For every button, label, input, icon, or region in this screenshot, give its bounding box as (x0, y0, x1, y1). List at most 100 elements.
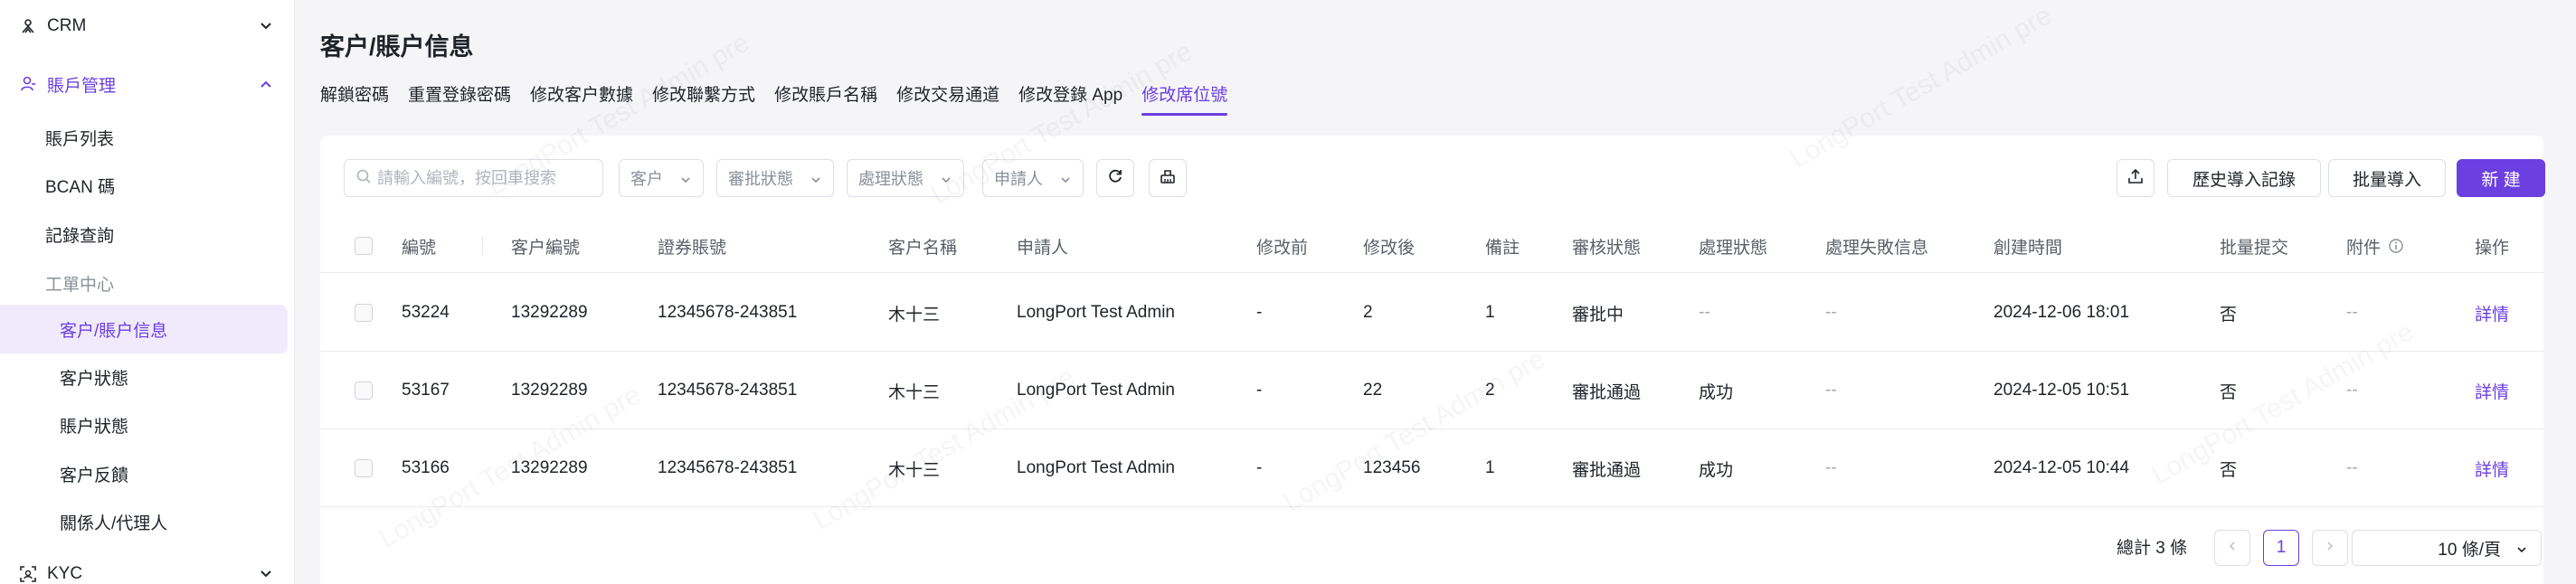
sidebar-item-account-list[interactable]: 賬戶列表 (0, 113, 288, 162)
sidebar-item-customer-feedback[interactable]: 客户反饋 (0, 449, 288, 498)
applicant-select-label: 申請人 (994, 170, 1043, 188)
clear-filters-button[interactable] (1149, 159, 1187, 197)
column-header: 處理狀態 (1699, 238, 1768, 258)
chevron-left-icon (2226, 538, 2239, 558)
sidebar-group-account-management[interactable]: 賬戶管理 (0, 59, 295, 109)
details-link[interactable]: 詳情 (2475, 274, 2509, 352)
process-status-label: 處理狀態 (858, 170, 923, 188)
column-header: 操作 (2475, 238, 2510, 258)
sidebar-item-account-status[interactable]: 賬户狀態 (0, 400, 288, 449)
create-button[interactable]: 新 建 (2457, 159, 2545, 197)
cell-applicant: LongPort Test Admin (1017, 303, 1175, 322)
approval-status-label: 審批狀態 (728, 170, 793, 188)
cell-before: - (1256, 381, 1263, 400)
info-icon[interactable] (2388, 238, 2404, 254)
approval-status-select[interactable]: 審批狀態 (716, 159, 834, 197)
cell-account: 12345678-243851 (658, 458, 798, 477)
tab-bar: 解鎖密碼 重置登錄密碼 修改客户數據 修改聯繫方式 修改賬戶名稱 修改交易通道 … (320, 78, 1246, 118)
cell-batch: 否 (2220, 305, 2238, 325)
details-link[interactable]: 詳情 (2475, 429, 2509, 507)
tab-modify-account-name[interactable]: 修改賬戶名稱 (774, 78, 877, 118)
tab-modify-contact[interactable]: 修改聯繫方式 (652, 78, 755, 118)
column-header: 批量提交 (2220, 238, 2289, 258)
chevron-down-icon (679, 172, 692, 184)
table-row: 53167 13292289 12345678-243851 木十三 LongP… (320, 352, 2543, 429)
refresh-icon (1106, 167, 1124, 190)
cell-created: 2024-12-06 18:01 (1994, 303, 2130, 322)
batch-import-button[interactable]: 批量導入 (2328, 159, 2446, 197)
sidebar-section-work-center: 工單中心 (45, 276, 115, 295)
cell-applicant: LongPort Test Admin (1017, 458, 1175, 477)
cell-fail-info: -- (1825, 381, 1837, 400)
cell-account: 12345678-243851 (658, 303, 798, 322)
tab-reset-login-password[interactable]: 重置登錄密碼 (408, 78, 511, 118)
cell-customer-no: 13292289 (511, 381, 588, 400)
chevron-right-icon (2324, 538, 2336, 558)
search-icon (355, 168, 372, 189)
cell-before: - (1256, 303, 1263, 322)
cell-fail-info: -- (1825, 458, 1837, 477)
user-icon (18, 74, 38, 94)
row-checkbox[interactable] (355, 304, 373, 322)
upload-icon (2126, 167, 2145, 190)
column-header: 附件 (2346, 219, 2404, 273)
page-number-button[interactable]: 1 (2263, 530, 2299, 566)
process-status-select[interactable]: 處理狀態 (847, 159, 964, 197)
sidebar-item-customer-info[interactable]: 客户/賬户信息 (0, 305, 288, 353)
cell-batch: 否 (2220, 382, 2238, 402)
cell-review-status: 審批通過 (1572, 460, 1642, 480)
table-row: 53224 13292289 12345678-243851 木十三 LongP… (320, 274, 2543, 352)
sidebar-item-related-person[interactable]: 關係人/代理人 (0, 497, 288, 546)
chevron-down-icon (810, 172, 822, 184)
refresh-button[interactable] (1096, 159, 1134, 197)
applicant-select[interactable]: 申請人 (982, 159, 1084, 197)
prev-page-button[interactable] (2214, 530, 2250, 566)
cell-fail-info: -- (1825, 303, 1837, 322)
cell-customer-no: 13292289 (511, 303, 588, 322)
cell-process-status: -- (1699, 303, 1710, 322)
cell-attachment: -- (2346, 381, 2358, 400)
cell-after: 22 (1363, 381, 1383, 400)
cell-remark: 2 (1485, 381, 1495, 400)
column-header: 創建時間 (1994, 238, 2063, 258)
history-import-button[interactable]: 歷史導入記錄 (2167, 159, 2321, 197)
column-header: 客户編號 (511, 238, 581, 258)
next-page-button[interactable] (2312, 530, 2348, 566)
row-checkbox[interactable] (355, 459, 373, 477)
scan-icon (18, 564, 38, 584)
search-input[interactable] (377, 168, 594, 188)
sidebar-item-bcan[interactable]: BCAN 碼 (0, 161, 288, 210)
cell-attachment: -- (2346, 458, 2358, 477)
sidebar-item-customer-status[interactable]: 客户狀態 (0, 353, 288, 401)
details-link[interactable]: 詳情 (2475, 352, 2509, 429)
crm-icon (18, 16, 38, 36)
chevron-up-icon (257, 75, 275, 93)
customer-select[interactable]: 客户 (619, 159, 704, 197)
customer-select-label: 客户 (630, 170, 663, 188)
cell-account: 12345678-243851 (658, 381, 798, 400)
cell-process-status: 成功 (1699, 460, 1734, 480)
sidebar-group-crm[interactable]: CRM (0, 1, 295, 52)
page-size-label: 10 條/頁 (2438, 540, 2501, 560)
export-button[interactable] (2117, 159, 2155, 197)
tab-modify-customer-data[interactable]: 修改客户數據 (530, 78, 633, 118)
sidebar-group-kyc[interactable]: KYC (0, 549, 295, 584)
tab-unlock-password[interactable]: 解鎖密碼 (320, 78, 389, 118)
select-all-checkbox[interactable] (355, 237, 373, 255)
sidebar-item-records[interactable]: 記錄查詢 (0, 210, 288, 259)
tab-modify-seat-number[interactable]: 修改席位號 (1141, 78, 1228, 118)
cell-id: 53167 (402, 381, 450, 400)
cell-id: 53166 (402, 458, 450, 477)
column-header: 客户名稱 (888, 238, 958, 258)
row-checkbox[interactable] (355, 381, 373, 400)
cell-remark: 1 (1485, 303, 1495, 322)
page-size-select[interactable]: 10 條/頁 (2352, 530, 2542, 566)
column-header: 修改後 (1363, 238, 1416, 258)
column-header: 審核狀態 (1572, 238, 1642, 258)
tab-modify-trade-channel[interactable]: 修改交易通道 (896, 78, 999, 118)
tab-modify-login-app[interactable]: 修改登錄 App (1018, 78, 1122, 118)
column-header: 申請人 (1017, 238, 1069, 258)
content-card: 客户 審批狀態 處理狀態 申請人 歷史導入記錄 批量導入 新 建 編號 客户編號… (320, 136, 2545, 584)
pagination-total: 總計 3 條 (2117, 539, 2188, 558)
column-header: 備註 (1485, 238, 1520, 258)
